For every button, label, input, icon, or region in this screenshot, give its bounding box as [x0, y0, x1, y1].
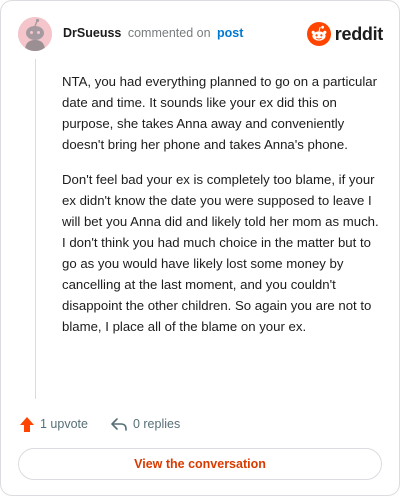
comment-meta: DrSueuss commented on post	[63, 26, 243, 40]
comment-card: DrSueuss commented on post reddit NTA, y…	[0, 0, 400, 496]
reddit-logo[interactable]: reddit	[306, 21, 384, 47]
comment-paragraph-2: Don't feel bad your ex is completely too…	[62, 172, 379, 334]
post-link[interactable]: post	[217, 26, 243, 40]
avatar-snoo-icon	[18, 17, 52, 51]
upvote-button[interactable]: 1 upvote	[19, 416, 88, 433]
reddit-wordmark: reddit	[334, 23, 384, 44]
username[interactable]: DrSueuss	[63, 26, 121, 40]
upvote-arrow-icon	[20, 416, 34, 432]
avatar[interactable]	[18, 17, 52, 51]
reply-arrow-icon	[111, 418, 127, 431]
comment-actions: 1 upvote 0 replies	[19, 413, 202, 435]
comment-body: NTA, you had everything planned to go on…	[62, 71, 380, 351]
upvote-count: 1 upvote	[40, 417, 88, 431]
comment-header: DrSueuss commented on post reddit	[18, 17, 383, 51]
replies-count: 0 replies	[132, 417, 181, 431]
commented-on-text: commented on	[127, 26, 211, 40]
comment-paragraph-1: NTA, you had everything planned to go on…	[62, 74, 377, 152]
replies-button[interactable]: 0 replies	[110, 416, 180, 432]
view-conversation-button[interactable]: View the conversation	[18, 448, 382, 480]
thread-line	[35, 59, 36, 399]
reddit-logo-icon	[306, 22, 331, 46]
